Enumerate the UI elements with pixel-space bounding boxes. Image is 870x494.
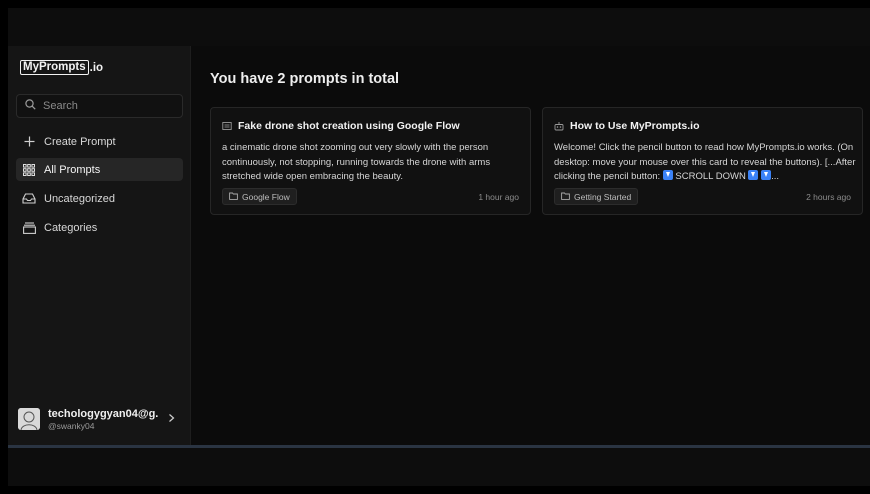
grid-icon — [22, 163, 36, 177]
card-body: a cinematic drone shot zooming out very … — [222, 142, 491, 182]
card-body-text: ... — [771, 171, 780, 182]
sidebar-item-uncategorized[interactable]: Uncategorized — [16, 187, 183, 210]
robot-icon — [554, 121, 564, 131]
logo-suffix: .io — [89, 61, 104, 74]
card-title: How to Use MyPrompts.io — [570, 120, 700, 132]
sidebar-item-label: Create Prompt — [44, 135, 116, 148]
folder-stack-icon — [22, 221, 36, 235]
user-profile[interactable]: techologygyan04@g... @swanky04 — [18, 401, 178, 437]
card-body-text: SCROLL DOWN — [672, 171, 749, 182]
top-bar — [8, 8, 870, 46]
sidebar-item-categories[interactable]: Categories — [16, 216, 183, 239]
inbox-icon — [22, 192, 36, 206]
down-arrow-emoji-icon — [662, 170, 673, 180]
sidebar-item-label: Categories — [44, 221, 98, 234]
card-body: Welcome! Click the pencil button to read… — [554, 141, 856, 185]
chevron-right-icon[interactable] — [168, 412, 175, 426]
search-box[interactable] — [16, 94, 183, 118]
tag-label: Getting Started — [574, 191, 632, 202]
prompt-card[interactable]: Fake drone shot creation using Google Fl… — [210, 107, 531, 215]
document-icon — [222, 121, 232, 131]
category-tag[interactable]: Google Flow — [222, 188, 297, 205]
logo-box-text: MyPrompts — [20, 60, 89, 75]
plus-icon — [22, 135, 36, 149]
sidebar-item-create-prompt[interactable]: Create Prompt — [16, 130, 183, 153]
timestamp: 2 hours ago — [806, 192, 851, 202]
prompt-card[interactable]: How to Use MyPrompts.io Welcome! Click t… — [542, 107, 863, 215]
sidebar-item-all-prompts[interactable]: All Prompts — [16, 158, 183, 181]
user-handle: @swanky04 — [48, 420, 95, 431]
main-content: You have 2 prompts in total Fake drone s… — [191, 46, 870, 446]
card-title: Fake drone shot creation using Google Fl… — [238, 120, 460, 132]
category-tag[interactable]: Getting Started — [554, 188, 639, 205]
app-frame: MyPrompts .io Create Prompt — [8, 8, 870, 486]
bottom-bar — [8, 448, 870, 486]
search-icon — [25, 97, 36, 115]
logo[interactable]: MyPrompts .io — [20, 60, 103, 75]
down-arrow-emoji-icon — [761, 170, 772, 180]
search-input[interactable] — [43, 100, 163, 112]
sidebar-item-label: Uncategorized — [44, 192, 115, 205]
folder-icon — [561, 192, 570, 202]
sidebar-item-label: All Prompts — [44, 163, 101, 176]
tag-label: Google Flow — [242, 191, 290, 202]
down-arrow-emoji-icon — [748, 170, 759, 180]
user-name: techologygyan04@g... — [48, 407, 158, 420]
timestamp: 1 hour ago — [478, 192, 519, 202]
avatar — [18, 408, 40, 430]
folder-icon — [229, 192, 238, 202]
page-title: You have 2 prompts in total — [210, 71, 400, 87]
sidebar: MyPrompts .io Create Prompt — [8, 46, 191, 446]
